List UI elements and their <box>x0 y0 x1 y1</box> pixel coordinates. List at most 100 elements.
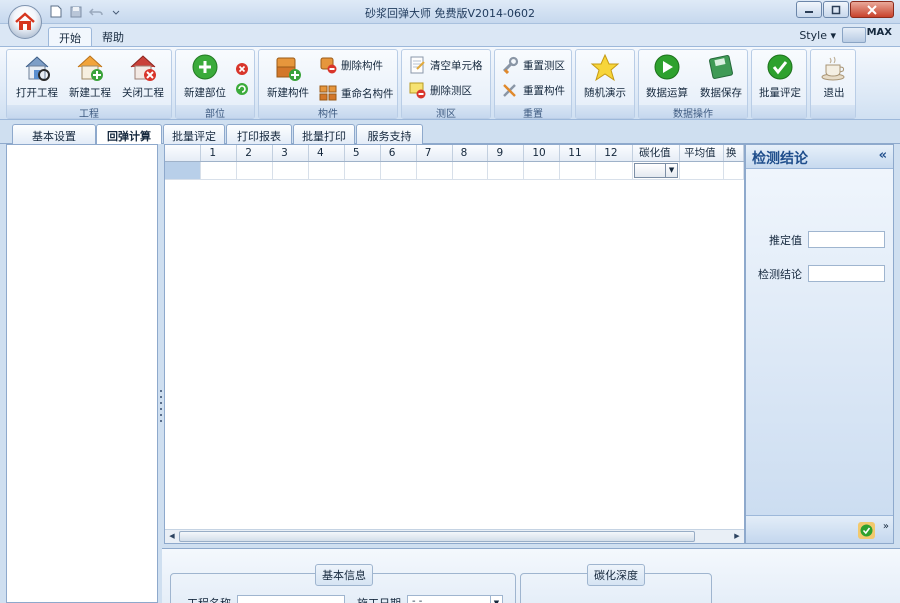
new-project-button[interactable]: 新建工程 <box>63 52 117 104</box>
max-button[interactable]: MAX <box>842 27 892 43</box>
random-demo-button[interactable]: 随机演示 <box>578 52 632 104</box>
column-header[interactable]: 4 <box>308 145 345 162</box>
tab-rebound-calc[interactable]: 回弹计算 <box>96 124 162 145</box>
rename-component-button[interactable]: 重命名构件 <box>319 83 394 103</box>
column-header[interactable]: 6 <box>380 145 417 162</box>
splitter-grip <box>160 390 162 392</box>
grid-cell[interactable] <box>416 161 453 180</box>
delete-component-button[interactable]: 删除构件 <box>319 55 383 75</box>
horizontal-scrollbar[interactable]: ◀ ▶ <box>165 529 744 543</box>
tab-print-report[interactable]: 打印报表 <box>226 124 292 144</box>
grid-cell[interactable] <box>200 161 238 180</box>
ribbon-group-zone-label: 测区 <box>402 105 490 120</box>
data-save-button[interactable]: 数据保存 <box>694 52 748 104</box>
grid-cell[interactable] <box>344 161 381 180</box>
coffee-cup-icon <box>819 53 849 83</box>
new-component-button[interactable]: 新建构件 <box>261 52 315 104</box>
tools-icon <box>501 81 519 99</box>
style-label: Style <box>799 29 827 42</box>
column-header[interactable]: 3 <box>272 145 310 162</box>
more-options-icon[interactable]: » <box>883 521 889 532</box>
estimated-value-field[interactable] <box>808 231 885 248</box>
reset-zone-button[interactable]: 重置测区 <box>501 55 565 75</box>
carbonation-depth-legend: 碳化深度 <box>587 564 645 586</box>
grid-cell[interactable] <box>452 161 489 180</box>
delete-zone-label: 删除测区 <box>430 84 472 97</box>
delete-part-button[interactable] <box>234 60 252 80</box>
close-project-button[interactable]: 关闭工程 <box>116 52 170 104</box>
construction-date-value: - - <box>412 596 423 603</box>
close-button[interactable] <box>850 1 894 18</box>
refresh-part-button[interactable] <box>234 80 252 100</box>
app-menu-button[interactable] <box>8 5 42 39</box>
grid-cell[interactable] <box>523 161 561 180</box>
grid-cell[interactable] <box>308 161 345 180</box>
grid-cell[interactable] <box>236 161 274 180</box>
carbonation-cell[interactable]: ▼ <box>632 161 681 180</box>
chevron-down-icon: ▼ <box>665 163 677 177</box>
ribbon-tab-start[interactable]: 开始 <box>48 27 92 46</box>
column-header[interactable]: 8 <box>452 145 489 162</box>
project-name-field[interactable] <box>237 595 345 603</box>
collapse-icon[interactable]: « <box>879 148 887 163</box>
column-header[interactable]: 9 <box>487 145 525 162</box>
carbonation-dropdown[interactable]: ▼ <box>634 162 679 178</box>
chevron-down-icon[interactable]: ▼ <box>490 596 502 603</box>
ribbon-group-demo-label <box>576 105 634 118</box>
grid-cell[interactable] <box>559 161 597 180</box>
ribbon-group-data-ops-label: 数据操作 <box>639 105 747 120</box>
ribbon-tab-help[interactable]: 帮助 <box>92 27 134 46</box>
test-conclusion-row: 检测结论 <box>758 265 885 282</box>
tab-batch-evaluate[interactable]: 批量评定 <box>163 124 225 144</box>
project-name-label: 工程名称 <box>187 595 231 603</box>
data-compute-button[interactable]: 数据运算 <box>640 52 694 104</box>
construction-date-picker[interactable]: - - ▼ <box>407 595 503 603</box>
tab-basic-settings[interactable]: 基本设置 <box>12 124 96 144</box>
column-header[interactable]: 12 <box>595 145 634 162</box>
scroll-right-icon[interactable]: ▶ <box>731 531 743 542</box>
clear-cells-button[interactable]: 清空单元格 <box>408 55 483 75</box>
grid-cell[interactable] <box>595 161 634 180</box>
rename-component-icon <box>319 84 337 102</box>
conversion-cell <box>723 161 744 180</box>
grid-cell[interactable] <box>272 161 310 180</box>
reset-component-button[interactable]: 重置构件 <box>501 80 565 100</box>
delete-zone-button[interactable]: 删除测区 <box>408 80 472 100</box>
rebound-data-grid[interactable]: 1 2 3 4 5 6 7 8 9 10 11 12 碳化值 平均值 换 ▼ ◀… <box>164 144 745 544</box>
exit-button[interactable]: 退出 <box>807 52 861 104</box>
construction-date-row: 施工日期 - - ▼ <box>357 595 503 603</box>
grid-cell[interactable] <box>487 161 525 180</box>
tab-batch-print[interactable]: 批量打印 <box>293 124 355 144</box>
restore-icon <box>831 5 841 14</box>
ribbon-group-zone: 清空单元格 删除测区 测区 <box>401 49 491 120</box>
scrollbar-thumb[interactable] <box>179 531 695 542</box>
style-menu[interactable]: Style ▾ <box>799 29 836 42</box>
row-header[interactable] <box>165 161 202 180</box>
column-header-average[interactable]: 平均值 <box>679 145 724 162</box>
column-header[interactable]: 7 <box>416 145 453 162</box>
clear-cells-label: 清空单元格 <box>430 59 483 72</box>
column-header[interactable]: 10 <box>523 145 561 162</box>
delete-component-label: 删除构件 <box>341 59 383 72</box>
column-header[interactable]: 11 <box>559 145 597 162</box>
window-title: 砂浆回弹大师 免费版V2014-0602 <box>365 7 535 20</box>
tab-service-support[interactable]: 服务支持 <box>356 124 423 144</box>
project-tree-panel[interactable] <box>6 144 158 603</box>
chevron-down-icon: ▾ <box>830 29 836 42</box>
minimize-button[interactable] <box>796 1 822 18</box>
confirm-button[interactable] <box>858 522 875 539</box>
column-header[interactable]: 2 <box>236 145 274 162</box>
column-header[interactable]: 5 <box>344 145 381 162</box>
batch-evaluate-button[interactable]: 批量评定 <box>753 52 807 104</box>
column-header[interactable]: 1 <box>200 145 238 162</box>
test-conclusion-label: 检测结论 <box>758 267 802 281</box>
open-project-button[interactable]: 打开工程 <box>10 52 64 104</box>
column-header-conversion[interactable]: 换 <box>723 145 744 162</box>
estimated-value-label: 推定值 <box>769 233 802 247</box>
column-header-carbonation[interactable]: 碳化值 <box>632 145 681 162</box>
new-part-button[interactable]: 新建部位 <box>178 52 232 104</box>
test-conclusion-field[interactable] <box>808 265 885 282</box>
grid-cell[interactable] <box>380 161 417 180</box>
scroll-left-icon[interactable]: ◀ <box>166 531 178 542</box>
restore-button[interactable] <box>823 1 849 18</box>
